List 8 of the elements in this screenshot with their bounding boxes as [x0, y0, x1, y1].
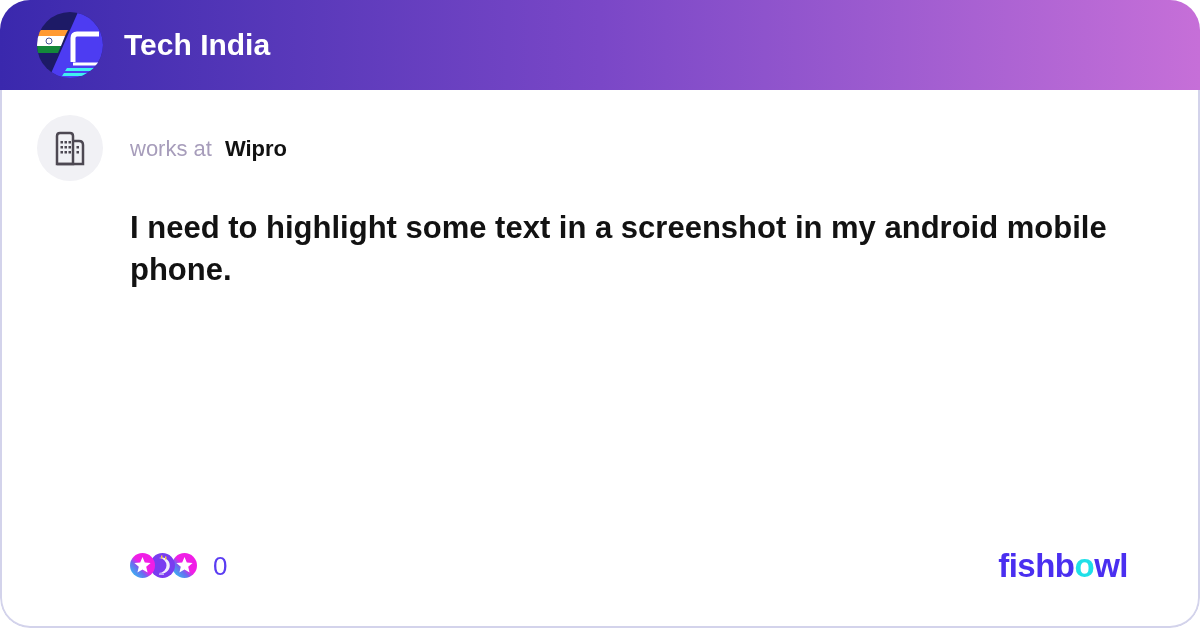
post-text: I need to highlight some text in a screenshot in my android mobile phone.: [130, 209, 1108, 289]
works-at-label: works at: [130, 134, 212, 163]
brand-logo: fishbowl: [998, 549, 1128, 582]
crescent-icon: [150, 553, 175, 578]
company-name: Wipro: [224, 134, 288, 163]
reaction-count: 0: [213, 552, 228, 579]
community-title: Tech India: [124, 30, 271, 60]
building-icon: [37, 115, 103, 181]
